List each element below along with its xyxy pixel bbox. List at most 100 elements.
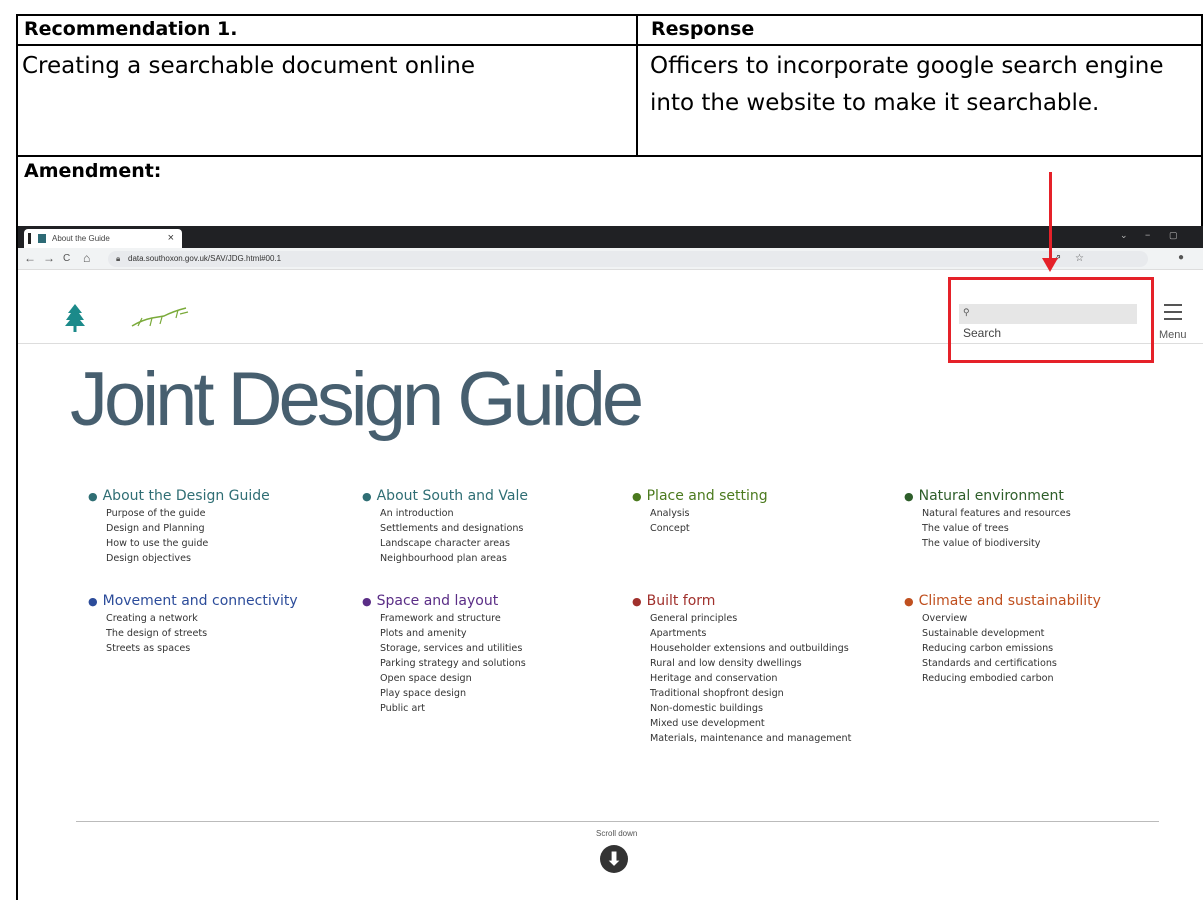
section-link[interactable]: Reducing carbon emissions xyxy=(922,641,1101,656)
section-link[interactable]: Householder extensions and outbuildings xyxy=(650,641,851,656)
column-divider xyxy=(636,14,638,157)
close-icon[interactable]: × xyxy=(168,232,174,244)
section-column: ● Place and setting Analysis Concept xyxy=(632,488,768,536)
section-link[interactable]: Mixed use development xyxy=(650,716,851,731)
section-link[interactable]: Apartments xyxy=(650,626,851,641)
section-link[interactable]: Parking strategy and solutions xyxy=(380,656,526,671)
url-input[interactable]: 🔒︎ data.southoxon.gov.uk/SAV/JDG.html#00… xyxy=(108,251,1148,267)
section-link[interactable]: Analysis xyxy=(650,506,768,521)
reload-icon[interactable]: C xyxy=(63,253,70,264)
section-heading[interactable]: ● Climate and sustainability xyxy=(904,593,1101,609)
section-link[interactable]: The value of biodiversity xyxy=(922,536,1071,551)
section-link[interactable]: Play space design xyxy=(380,686,526,701)
section-link[interactable]: Design and Planning xyxy=(106,521,270,536)
browser-tab[interactable]: About the Guide × xyxy=(24,229,182,248)
annotation-highlight-box xyxy=(948,277,1154,363)
tree-logo-icon[interactable] xyxy=(64,304,86,332)
section-link[interactable]: Public art xyxy=(380,701,526,716)
tab-marker-icon xyxy=(28,233,31,244)
section-link[interactable]: Overview xyxy=(922,611,1101,626)
address-bar: ← → C ⌂ 🔒︎ data.southoxon.gov.uk/SAV/JDG… xyxy=(18,248,1203,270)
recommendation-text: Creating a searchable document online xyxy=(22,53,476,79)
section-column: ● About South and Vale An introduction Sett… xyxy=(362,488,528,566)
section-link[interactable]: Natural features and resources xyxy=(922,506,1071,521)
header-response: Response xyxy=(651,18,755,40)
section-link[interactable]: Purpose of the guide xyxy=(106,506,270,521)
forward-icon[interactable]: → xyxy=(43,251,55,265)
response-text: Officers to incorporate google search en… xyxy=(650,53,1164,116)
bullet-icon: ● xyxy=(362,595,372,608)
section-link[interactable]: How to use the guide xyxy=(106,536,270,551)
section-title: About South and Vale xyxy=(376,488,528,504)
section-link[interactable]: Rural and low density dwellings xyxy=(650,656,851,671)
section-link[interactable]: Standards and certifications xyxy=(922,656,1101,671)
section-link[interactable]: Landscape character areas xyxy=(380,536,528,551)
section-link[interactable]: Heritage and conservation xyxy=(650,671,851,686)
section-link[interactable]: Neighbourhood plan areas xyxy=(380,551,528,566)
section-title: Climate and sustainability xyxy=(918,593,1101,609)
section-heading[interactable]: ● About South and Vale xyxy=(362,488,528,504)
bullet-icon: ● xyxy=(632,595,642,608)
arrow-down-icon[interactable]: ⬇ xyxy=(600,845,628,873)
section-column: ● Built form General principles Apartments H… xyxy=(632,593,851,746)
white-horse-logo-icon[interactable] xyxy=(130,306,190,328)
lock-icon: 🔒︎ xyxy=(116,254,121,263)
section-heading[interactable]: ● Space and layout xyxy=(362,593,526,609)
header-recommendation: Recommendation 1. xyxy=(24,18,238,40)
home-icon[interactable]: ⌂ xyxy=(83,251,90,265)
section-column: ● Climate and sustainability Overview Susta… xyxy=(904,593,1101,686)
back-icon[interactable]: ← xyxy=(24,251,36,265)
table-divider xyxy=(16,44,1203,46)
bullet-icon: ● xyxy=(632,490,642,503)
chevron-down-icon[interactable]: ⌄ xyxy=(1120,230,1128,241)
section-title: Space and layout xyxy=(376,593,499,609)
section-link[interactable]: Creating a network xyxy=(106,611,298,626)
maximize-icon[interactable]: ▢ xyxy=(1169,230,1178,241)
section-heading[interactable]: ● About the Design Guide xyxy=(88,488,270,504)
browser-tab-bar: About the Guide × ⌄ − ▢ xyxy=(18,226,1203,248)
section-link[interactable]: General principles xyxy=(650,611,851,626)
section-link[interactable]: Materials, maintenance and management xyxy=(650,731,851,746)
menu-label[interactable]: Menu xyxy=(1159,329,1187,341)
section-title: Movement and connectivity xyxy=(102,593,298,609)
section-title: Natural environment xyxy=(918,488,1064,504)
bullet-icon: ● xyxy=(904,490,914,503)
section-column: ● About the Design Guide Purpose of the gu… xyxy=(88,488,270,566)
section-heading[interactable]: ● Movement and connectivity xyxy=(88,593,298,609)
table-divider xyxy=(16,155,1203,157)
bullet-icon: ● xyxy=(904,595,914,608)
section-link[interactable]: Concept xyxy=(650,521,768,536)
section-title: Place and setting xyxy=(646,488,768,504)
section-link[interactable]: Non-domestic buildings xyxy=(650,701,851,716)
section-link[interactable]: Storage, services and utilities xyxy=(380,641,526,656)
section-link[interactable]: Open space design xyxy=(380,671,526,686)
minimize-icon[interactable]: − xyxy=(1145,230,1150,240)
section-column: ● Natural environment Natural features and… xyxy=(904,488,1071,551)
bullet-icon: ● xyxy=(88,490,98,503)
section-link[interactable]: Reducing embodied carbon xyxy=(922,671,1101,686)
section-heading[interactable]: ● Natural environment xyxy=(904,488,1071,504)
scroll-down-label: Scroll down xyxy=(596,829,638,838)
section-link[interactable]: Settlements and designations xyxy=(380,521,528,536)
hamburger-menu-icon[interactable] xyxy=(1164,304,1182,325)
section-link[interactable]: The design of streets xyxy=(106,626,298,641)
section-column: ● Space and layout Framework and structure… xyxy=(362,593,526,716)
star-icon[interactable]: ☆ xyxy=(1075,253,1084,264)
amendment-label: Amendment: xyxy=(24,160,162,182)
tab-title: About the Guide xyxy=(52,234,110,243)
section-link[interactable]: Sustainable development xyxy=(922,626,1101,641)
section-link[interactable]: The value of trees xyxy=(922,521,1071,536)
section-link[interactable]: Traditional shopfront design xyxy=(650,686,851,701)
url-text: data.southoxon.gov.uk/SAV/JDG.html#00.1 xyxy=(128,254,282,263)
section-link[interactable]: An introduction xyxy=(380,506,528,521)
section-link[interactable]: Streets as spaces xyxy=(106,641,298,656)
section-heading[interactable]: ● Built form xyxy=(632,593,851,609)
site-favicon-icon xyxy=(38,234,46,243)
section-link[interactable]: Design objectives xyxy=(106,551,270,566)
section-heading[interactable]: ● Place and setting xyxy=(632,488,768,504)
section-link[interactable]: Framework and structure xyxy=(380,611,526,626)
section-title: Built form xyxy=(646,593,716,609)
section-link[interactable]: Plots and amenity xyxy=(380,626,526,641)
profile-icon[interactable]: ● xyxy=(1178,252,1184,263)
section-title: About the Design Guide xyxy=(102,488,270,504)
